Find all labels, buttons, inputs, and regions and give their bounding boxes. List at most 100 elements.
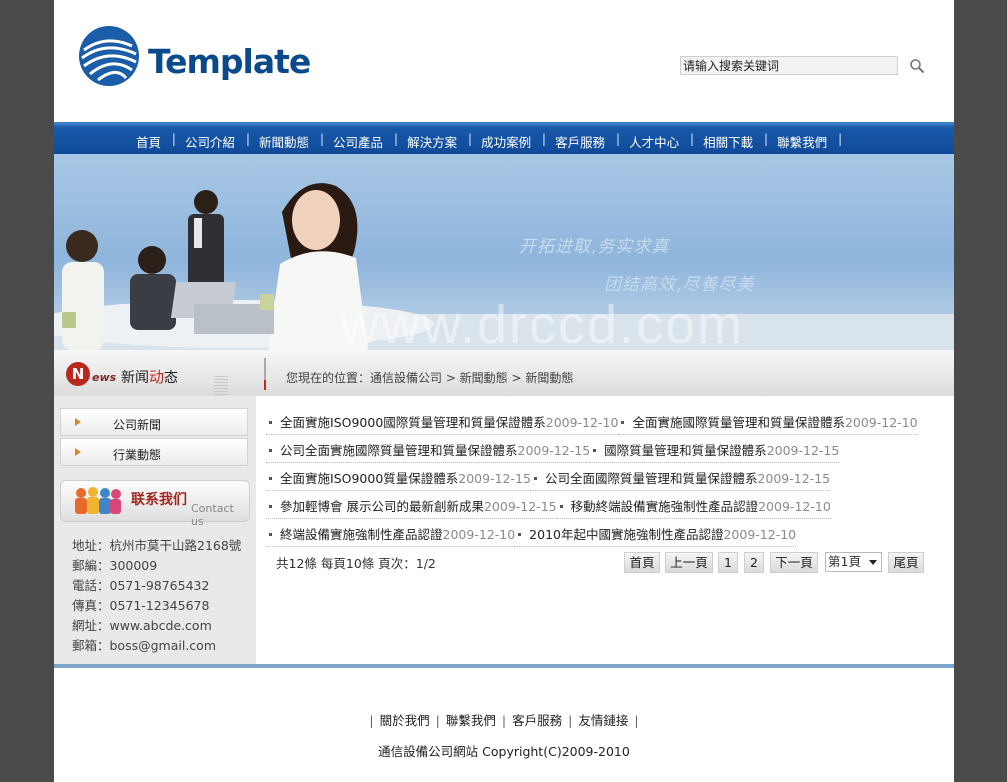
nav-item-about[interactable]: 公司介紹 (173, 131, 250, 151)
news-item[interactable]: 公司全面國際質量管理和質量保證體系2009-12-15 (530, 468, 831, 491)
search-icon[interactable] (909, 58, 925, 74)
logo-text: Template (148, 42, 311, 81)
footer-link-about[interactable]: 關於我們 (380, 713, 430, 728)
nav-item-solutions[interactable]: 解決方案 (395, 131, 472, 151)
next-page-button[interactable]: 下一頁 (770, 552, 818, 573)
header: Template 请输入搜索关键词 (54, 0, 954, 122)
breadcrumb: 您現在的位置：通信設備公司 > 新聞動態 > 新聞動態 (286, 371, 574, 385)
sidebar-item-industry-news[interactable]: 行業動態 (60, 438, 248, 466)
news-item[interactable]: 移動終端設備實施強制性產品認證2009-12-10 (556, 496, 831, 519)
news-item[interactable]: 全面實施ISO9000國際質量管理和質量保證體系2009-12-10 (266, 412, 619, 435)
fax-line: 傳真：0571-12345678 (72, 598, 210, 613)
separator: | (568, 713, 573, 728)
news-title: 移動終端設備實施強制性產品認證 (570, 499, 759, 514)
footer-links: | 關於我們 | 聯繫我們 | 客戶服務 | 友情鏈接 | (54, 710, 954, 729)
section-header: N ews 新闻动态 您現在的位置：通信設備公司 > 新聞動態 > 新聞動態 (54, 350, 954, 396)
logo[interactable]: Template (76, 24, 311, 88)
news-date: 2009-12-15 (517, 443, 591, 458)
news-item[interactable]: 參加輕博會 展示公司的最新創新成果2009-12-15 (266, 496, 557, 519)
nav-item-products[interactable]: 公司產品 (321, 131, 398, 151)
page-2-button[interactable]: 2 (744, 552, 764, 573)
watermark: www.drccd.com (340, 295, 745, 350)
news-title: 參加輕博會 展示公司的最新創新成果 (280, 499, 484, 514)
pagination: 共12條 每頁10條 頁次：1/2 首頁 上一頁 1 2 下一頁 第1頁 尾頁 (276, 552, 926, 574)
page-1-button[interactable]: 1 (718, 552, 738, 573)
prev-page-button[interactable]: 上一頁 (665, 552, 713, 573)
news-row: 全面實施ISO9000質量保證體系2009-12-15 公司全面國際質量管理和質… (266, 468, 926, 496)
news-title-c: 态 (164, 370, 179, 386)
sidebar: 公司新聞 行業動態 联系我们 Contact us 地址：杭州市莫干山路2168… (54, 396, 256, 664)
news-title: 全面實施ISO9000國際質量管理和質量保證體系 (280, 415, 546, 430)
news-list: 全面實施ISO9000國際質量管理和質量保證體系2009-12-10 全面實施國… (266, 412, 926, 552)
news-date: 2009-12-10 (758, 499, 831, 514)
nav-item-cases[interactable]: 成功案例 (469, 131, 546, 151)
news-date: 2009-12-15 (757, 471, 831, 486)
contact-info: 地址：杭州市莫干山路2168號 郵編：300009 電話：0571-987654… (72, 536, 241, 656)
nav-item-home[interactable]: 首頁 (124, 131, 176, 151)
footer-link-service[interactable]: 客戶服務 (512, 713, 562, 728)
news-logo-ews: ews (92, 371, 117, 384)
separator: | (435, 713, 440, 728)
news-item[interactable]: 全面實施國際質量管理和質量保證體系2009-12-10 (618, 412, 918, 435)
news-title: 全面實施國際質量管理和質量保證體系 (632, 415, 845, 430)
news-title: 公司全面國際質量管理和質量保證體系 (544, 471, 758, 486)
news-logo-icon: N (66, 362, 90, 386)
news-date: 2009-12-15 (766, 443, 840, 458)
news-item[interactable]: 終端設備實施強制性產品認證2009-12-10 (266, 524, 516, 547)
page: Template 请输入搜索关键词 首頁 公司介紹 新聞動態 公司產品 解決方案… (54, 0, 954, 782)
separator: | (501, 713, 507, 728)
news-item[interactable]: 全面實施ISO9000質量保證體系2009-12-15 (266, 468, 531, 491)
contact-title: 联系我们 (131, 492, 187, 508)
news-item[interactable]: 公司全面實施國際質量管理和質量保證體系2009-12-15 (266, 440, 591, 463)
address-line: 地址：杭州市莫干山路2168號 (72, 538, 242, 553)
decorative-lines-icon (214, 376, 228, 396)
postcode-line: 郵編：300009 (72, 558, 158, 573)
news-title-b: 动 (149, 368, 165, 386)
news-date: 2009-12-10 (723, 527, 797, 542)
main-nav: 首頁 公司介紹 新聞動態 公司產品 解決方案 成功案例 客戶服務 人才中心 相關… (54, 122, 954, 154)
phone-line: 電話：0571-98765432 (72, 578, 210, 593)
news-date: 2009-12-10 (844, 415, 918, 430)
nav-item-careers[interactable]: 人才中心 (617, 131, 694, 151)
separator: | (634, 713, 639, 728)
news-title: 終端設備實施強制性產品認證 (280, 527, 443, 542)
news-date: 2009-12-10 (442, 527, 516, 542)
logo-swirl-icon (79, 26, 139, 86)
news-title: 2010年起中國實施強制性產品認證 (529, 527, 724, 542)
news-title-a: 新闻 (121, 370, 149, 386)
copyright: 通信設備公司網站 Copyright(C)2009-2010 (378, 744, 630, 759)
news-title: 全面實施ISO9000質量保證體系 (280, 471, 459, 486)
search-input[interactable]: 请输入搜索关键词 (680, 56, 898, 75)
arrow-right-icon (75, 418, 81, 426)
first-page-button[interactable]: 首頁 (624, 552, 660, 573)
nav-item-downloads[interactable]: 相關下載 (691, 131, 768, 151)
nav-item-contact[interactable]: 聯繫我們 (765, 131, 842, 151)
separator: | (369, 713, 374, 728)
news-title: 國際質量管理和質量保證體系 (604, 443, 767, 458)
news-title-text: 新闻动态 (121, 366, 178, 387)
news-date: 2009-12-10 (545, 415, 619, 430)
news-item[interactable]: 國際質量管理和質量保證體系2009-12-15 (590, 440, 840, 463)
news-date: 2009-12-15 (483, 499, 557, 514)
news-row: 終端設備實施強制性產品認證2009-12-10 2010年起中國實施強制性產品認… (266, 524, 926, 552)
news-row: 全面實施ISO9000國際質量管理和質量保證體系2009-12-10 全面實施國… (266, 412, 926, 440)
news-item[interactable]: 2010年起中國實施強制性產品認證2009-12-10 (515, 524, 797, 547)
contact-subtitle: Contact us (191, 502, 234, 528)
footer-link-friends[interactable]: 友情鏈接 (578, 713, 628, 728)
banner-slogan-2: 团结高效,尽善尽美 (604, 275, 755, 295)
contact-us-header: 联系我们 Contact us (60, 480, 250, 528)
news-date: 2009-12-15 (458, 471, 531, 486)
news-title: 公司全面實施國際質量管理和質量保證體系 (280, 443, 518, 458)
people-group-icon (75, 487, 121, 514)
news-row: 參加輕博會 展示公司的最新創新成果2009-12-15 移動終端設備實施強制性產… (266, 496, 926, 524)
sidebar-item-company-news[interactable]: 公司新聞 (60, 408, 248, 436)
news-row: 公司全面實施國際質量管理和質量保證體系2009-12-15 國際質量管理和質量保… (266, 440, 926, 468)
footer-divider (54, 664, 954, 668)
nav-item-news[interactable]: 新聞動態 (247, 131, 324, 151)
banner: 开拓进取,务实求真 团结高效,尽善尽美 www.drccd.com (54, 154, 954, 350)
footer-link-contact[interactable]: 聯繫我們 (446, 713, 496, 728)
nav-item-service[interactable]: 客戶服務 (543, 131, 620, 151)
divider (264, 358, 266, 390)
page-select[interactable]: 第1頁 (825, 552, 882, 572)
last-page-button[interactable]: 尾頁 (888, 552, 924, 573)
